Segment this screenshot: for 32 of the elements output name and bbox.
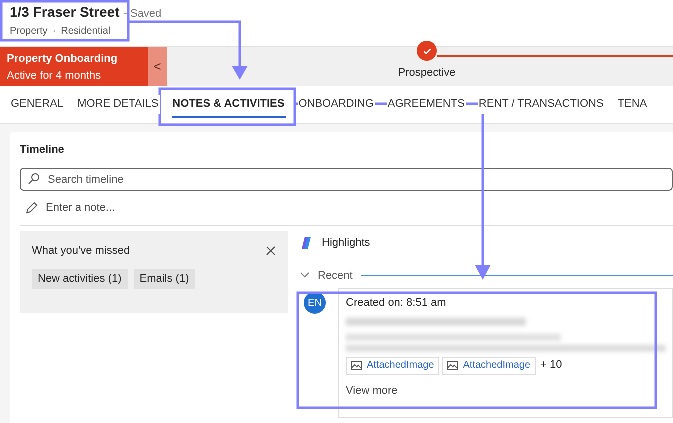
- tab[interactable]: MORE DETAILS: [76, 95, 160, 114]
- filter-chip[interactable]: Emails (1): [134, 268, 196, 289]
- record-title: 1/3 Fraser Street: [10, 3, 120, 22]
- highlights-label[interactable]: Highlights: [322, 235, 370, 252]
- close-icon[interactable]: [266, 246, 276, 256]
- highlights-icon: [300, 236, 314, 250]
- separator-dot: ·: [52, 25, 56, 39]
- entity-label: Property: [10, 25, 48, 39]
- filter-chip[interactable]: New activities (1): [32, 268, 128, 289]
- pencil-icon: [26, 202, 38, 214]
- stage-label: Prospective: [398, 66, 456, 81]
- note-field[interactable]: Enter a note...: [46, 200, 673, 216]
- process-name: Property Onboarding: [7, 52, 119, 67]
- process-duration: Active for 4 months: [7, 68, 102, 84]
- chevron-icon[interactable]: [300, 272, 310, 280]
- search-field[interactable]: Search timeline: [20, 168, 673, 191]
- view-more-link[interactable]: View more: [346, 382, 672, 399]
- created-time: Created on: 8:51 am: [346, 296, 448, 311]
- process-flag[interactable]: Property Onboarding Active for 4 months: [0, 47, 148, 86]
- section-label[interactable]: Recent: [318, 268, 353, 284]
- attachment-chip[interactable]: AttachedImage: [346, 356, 440, 374]
- stage-check-icon[interactable]: [417, 41, 437, 61]
- search-icon: [28, 172, 40, 184]
- collapse-button[interactable]: <: [148, 47, 167, 86]
- image-icon: [447, 361, 458, 370]
- missed-title: What you've missed: [32, 244, 130, 259]
- more-count[interactable]: + 10: [540, 357, 562, 374]
- image-icon: [351, 361, 362, 370]
- save-status: - Saved: [124, 7, 162, 22]
- attachment-chip[interactable]: AttachedImage: [442, 356, 536, 374]
- form-type: Residential: [61, 25, 111, 39]
- timeline-title: Timeline: [20, 143, 66, 158]
